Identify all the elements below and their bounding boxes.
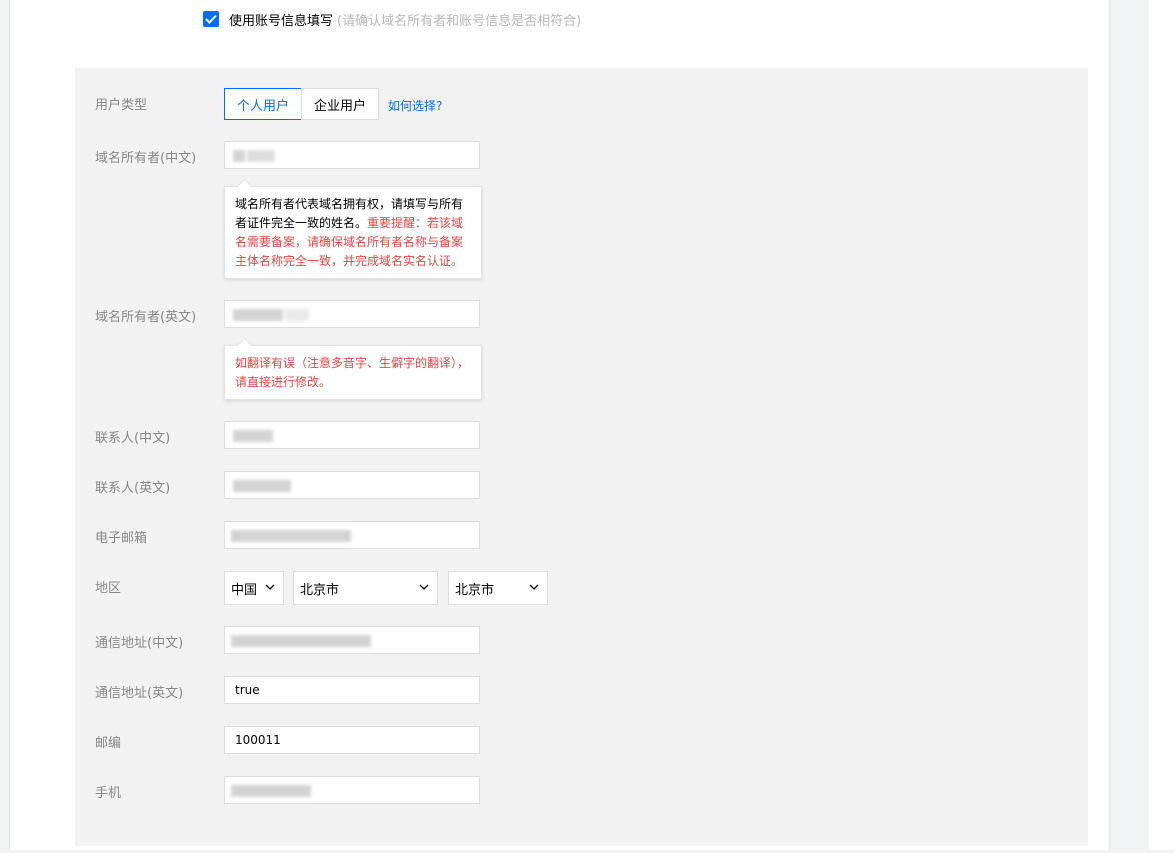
email-input[interactable] [224,521,480,549]
user-type-enterprise-button[interactable]: 企业用户 [301,88,379,120]
right-gutter [1149,0,1174,853]
address-cn-label: 通信地址(中文) [95,636,184,651]
chevron-down-icon [265,584,275,590]
city-value: 北京市 [455,582,495,598]
owner-en-label: 域名所有者(英文) [95,310,197,325]
postcode-label: 邮编 [95,736,122,751]
redacted-value [225,301,479,327]
user-type-label: 用户类型 [95,98,148,113]
province-select[interactable]: 北京市 [293,571,438,605]
country-value: 中国 [231,582,258,598]
email-label: 电子邮箱 [95,531,148,546]
redacted-value [225,142,479,168]
owner-en-input[interactable] [224,300,480,328]
checkmark-icon [205,14,217,24]
redacted-value [225,522,479,548]
redacted-value [225,422,479,448]
region-label: 地区 [95,581,122,596]
mobile-label: 手机 [95,786,122,801]
use-account-info-checkbox[interactable] [203,11,219,27]
chevron-down-icon [419,584,429,590]
how-to-choose-link[interactable]: 如何选择? [388,97,442,114]
postcode-input[interactable]: 100011 [224,726,480,754]
chevron-down-icon [529,584,539,590]
country-select[interactable]: 中国 [224,571,284,605]
owner-cn-tooltip: 域名所有者代表域名拥有权，请填写与所有者证件完全一致的姓名。重要提醒：若该域名需… [224,186,482,279]
contact-cn-label: 联系人(中文) [95,431,171,446]
contact-en-input[interactable] [224,471,480,499]
redacted-value [225,777,479,803]
mobile-input[interactable] [224,776,480,804]
use-account-info-hint: (请确认域名所有者和账号信息是否相符合) [337,13,582,29]
use-account-info-label: 使用账号信息填写 [229,13,334,29]
province-value: 北京市 [300,582,340,598]
owner-en-tooltip: 如翻译有误（注意多音字、生僻字的翻译），请直接进行修改。 [224,345,482,400]
owner-cn-label: 域名所有者(中文) [95,151,197,166]
address-en-label: 通信地址(英文) [95,686,184,701]
city-select[interactable]: 北京市 [448,571,548,605]
contact-en-label: 联系人(英文) [95,481,171,496]
redacted-value [225,627,479,653]
use-account-info-row[interactable]: 使用账号信息填写 (请确认域名所有者和账号信息是否相符合) [203,10,582,29]
owner-en-tip-warning: 如翻译有误（注意多音字、生僻字的翻译），请直接进行修改。 [235,356,470,389]
owner-cn-input[interactable] [224,141,480,169]
address-cn-input[interactable] [224,626,480,654]
address-en-input[interactable]: true [224,676,480,704]
contact-cn-input[interactable] [224,421,480,449]
user-type-personal-button[interactable]: 个人用户 [224,88,302,120]
redacted-value [225,472,479,498]
